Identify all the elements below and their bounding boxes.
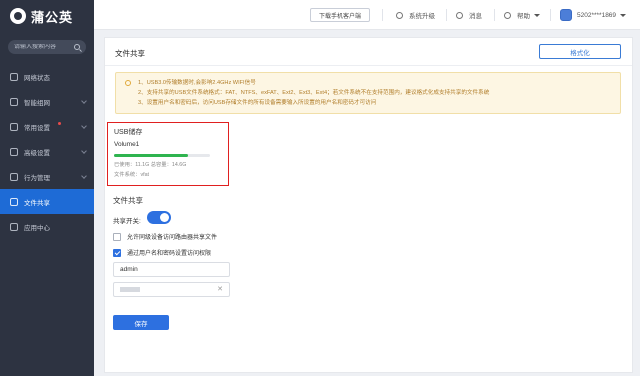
chevron-down-icon [81,123,87,129]
notice-box: 1、USB3.0传输数据时,会影响2.4GHz WIFI信号 2、支持共享的US… [115,72,621,114]
page-title: 文件共享 [115,49,145,58]
behavior-icon [10,172,18,181]
bell-icon [456,11,463,19]
notification-dot [58,122,61,125]
storage-usage-text: 已使用：11.1G 总容量：14.6G [114,162,187,168]
sidebar-item-label: 行为管理 [24,174,50,182]
help-icon [504,11,511,19]
sidebar: 蒲公英 网络状态 智能组网 常用设置 高级设置 行为管理 文件共享 应用中心 [0,0,94,376]
usb-storage-section: USB储存 Volume1 已使用：11.1G 总容量：14.6G 文件系统：v… [107,122,229,186]
info-icon [125,80,131,86]
auth-access-checkbox[interactable] [113,248,121,257]
allow-same-network-row[interactable]: 允许同级设备访问路由器共享文件 [113,232,217,241]
sidebar-item-behavior-management[interactable]: 行为管理 [0,164,94,189]
storage-progress-fill [114,154,188,157]
help-label: 帮助 [517,13,530,20]
save-button[interactable]: 保存 [113,315,169,330]
notice-line: 3、设置用户名和密码后，访问USB存储文件的所有设备需要输入所设置的用户名和密码… [138,100,377,106]
system-upgrade-link[interactable]: 系统升级 [396,10,435,20]
file-sharing-section-title: 文件共享 [113,196,143,205]
file-system-text: 文件系统：vfat [114,172,150,178]
brand-logo-icon [10,8,26,24]
sidebar-search[interactable] [8,40,86,54]
account-menu[interactable]: 5202****1869 [560,9,627,21]
clear-icon[interactable]: ✕ [217,286,223,293]
sidebar-item-label: 智能组网 [24,99,50,107]
sidebar-item-label: 常用设置 [24,124,50,132]
sidebar-item-smart-network[interactable]: 智能组网 [0,89,94,114]
sidebar-item-network-status[interactable]: 网络状态 [0,64,94,89]
brand[interactable]: 蒲公英 [0,0,94,32]
usb-storage-title: USB储存 [114,129,143,136]
smart-network-icon [10,97,18,106]
allow-same-network-checkbox[interactable] [113,232,121,241]
sidebar-item-label: 应用中心 [24,224,50,232]
share-switch-label: 共享开关: [113,218,141,225]
chevron-down-icon [81,148,87,154]
chevron-down-icon [81,98,87,104]
help-menu[interactable]: 帮助 [504,10,540,20]
search-input[interactable] [14,44,74,50]
avatar [560,9,572,21]
allow-same-network-label: 允许同级设备访问路由器共享文件 [127,235,218,241]
brand-name: 蒲公英 [31,9,74,25]
notice-line: 1、USB3.0传输数据时,会影响2.4GHz WIFI信号 [138,80,256,86]
sidebar-item-common-settings[interactable]: 常用设置 [0,114,94,139]
username-field[interactable] [113,262,230,277]
file-sharing-panel: 文件共享 格式化 1、USB3.0传输数据时,会影响2.4GHz WIFI信号 … [104,37,633,373]
divider [105,65,632,66]
divider [382,9,383,21]
toggle-knob [160,213,169,222]
volume-name: Volume1 [114,141,140,148]
masked-password [120,287,140,292]
system-upgrade-label: 系统升级 [409,13,435,20]
divider [446,9,447,21]
caret-down-icon [534,13,540,17]
storage-progress-bar [114,154,210,157]
chevron-down-icon [81,173,87,179]
share-toggle[interactable] [147,211,171,224]
messages-label: 消息 [469,13,482,20]
username-input[interactable] [120,266,200,273]
search-icon[interactable] [74,44,80,50]
download-app-button[interactable]: 下载手机客户端 [310,8,371,22]
topbar: 下载手机客户端 系统升级 消息 帮助 5202****1869 [94,0,640,30]
password-field[interactable]: ✕ [113,282,230,297]
auth-access-label: 通过用户名和密码设置访问权限 [127,251,212,257]
sidebar-item-label: 网络状态 [24,74,50,82]
sidebar-item-advanced-settings[interactable]: 高级设置 [0,139,94,164]
app-center-icon [10,222,18,231]
folder-icon [10,197,18,206]
network-status-icon [10,72,18,81]
caret-down-icon [620,13,627,17]
account-label: 5202****1869 [577,11,617,19]
messages-link[interactable]: 消息 [456,10,482,20]
sidebar-item-label: 文件共享 [24,199,50,207]
divider [550,9,551,21]
sidebar-item-file-sharing[interactable]: 文件共享 [0,189,94,214]
format-button[interactable]: 格式化 [539,44,621,59]
settings-icon [10,122,18,131]
auth-access-row[interactable]: 通过用户名和密码设置访问权限 [113,248,211,257]
advanced-settings-icon [10,147,18,156]
upgrade-icon [396,11,403,19]
divider [494,9,495,21]
notice-line: 2、支持共享的USB文件系统格式：FAT、NTFS、exFAT、Ext2、Ext… [138,90,490,96]
sidebar-item-label: 高级设置 [24,149,50,157]
sidebar-item-app-center[interactable]: 应用中心 [0,214,94,239]
